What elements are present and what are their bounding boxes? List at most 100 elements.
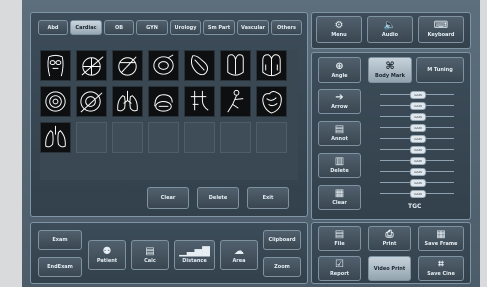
concentric-icon [45, 91, 66, 112]
bodymark-circle-cross[interactable] [76, 50, 107, 81]
angle-button[interactable]: ⊕ Angle [318, 57, 361, 83]
bodymark-torso[interactable] [40, 50, 71, 81]
file-button[interactable]: ▤ File [318, 226, 361, 251]
speaker-icon: 🔈 [383, 20, 397, 31]
tgc-knob[interactable]: GAIN [410, 146, 426, 154]
circle-cross-icon [81, 56, 104, 76]
tab-abd[interactable]: Abd [38, 20, 68, 35]
tgc-knob[interactable]: GAIN [410, 102, 426, 110]
zoom-button[interactable]: Zoom [263, 257, 301, 277]
aortic-icon [154, 94, 173, 112]
keyboard-icon: ⌨ [433, 20, 449, 31]
tab-cardiac[interactable]: Cardiac [70, 20, 102, 35]
heart-4ch-icon [227, 54, 244, 76]
tgc-slider[interactable]: GAIN [380, 113, 454, 121]
report-button[interactable]: ☑ Report [318, 256, 361, 281]
bodymark-delete-button[interactable]: Delete [197, 187, 239, 209]
bodymark-vessels[interactable] [184, 86, 215, 117]
tgc-slider[interactable]: GAIN [380, 135, 454, 143]
tgc-slider[interactable]: GAIN [380, 102, 454, 110]
heart-section-icon [153, 54, 174, 75]
bodymark-heart-4ch[interactable] [220, 50, 251, 81]
circle-probe-icon [118, 56, 137, 76]
figure-icon [227, 89, 244, 113]
keyboard-button[interactable]: ⌨ Keyboard [418, 16, 464, 43]
tab-urology[interactable]: Urology [170, 20, 201, 35]
heart-long-icon [262, 54, 281, 77]
patient-label: Patient [96, 257, 118, 264]
tgc-slider[interactable]: GAIN [380, 91, 454, 99]
arrow-button[interactable]: ➔ Arrow [318, 89, 361, 114]
tgc-knob[interactable]: GAIN [410, 113, 426, 121]
save-cine-icon: ⌗ [438, 259, 444, 270]
distance-label: Distance [182, 257, 207, 264]
patient-button[interactable]: ⚉ Patient [88, 240, 126, 270]
tgc-slider[interactable]: GAIN [380, 146, 454, 154]
delete-button[interactable]: ▥ Delete [318, 153, 361, 178]
bodymark-figure[interactable] [220, 86, 251, 117]
gear-icon: ⚙ [334, 20, 344, 31]
tgc-slider[interactable]: GAIN [380, 157, 454, 165]
body-mark-button[interactable]: ⌘ Body Mark [368, 57, 412, 83]
tab-vascular[interactable]: Vascular [237, 20, 269, 35]
tgc-knob[interactable]: GAIN [410, 91, 426, 99]
tab-others[interactable]: Others [271, 20, 302, 35]
tab-ob[interactable]: OB [104, 20, 134, 35]
tab-sm-part[interactable]: Sm Part [203, 20, 235, 35]
heart-anatomy-icon [262, 91, 282, 114]
audio-button[interactable]: 🔈 Audio [367, 16, 413, 43]
menu-button[interactable]: ⚙ Menu [316, 16, 362, 43]
save-cine-button[interactable]: ⌗ Save Cine [418, 256, 464, 281]
printer-icon: ⎙ [385, 229, 394, 240]
m-tuning-button[interactable]: M Tuning [416, 57, 464, 83]
file-label: File [334, 241, 345, 247]
bodymark-heart-anatomy[interactable] [256, 86, 287, 117]
angle-label: Angle [331, 72, 348, 79]
tgc-slider[interactable]: GAIN [380, 190, 454, 198]
bodymark-probe-tilt[interactable] [184, 50, 215, 81]
tgc-slider[interactable]: GAIN [380, 124, 454, 132]
tgc-slider[interactable]: GAIN [380, 179, 454, 187]
print-button[interactable]: ⎙ Print [368, 226, 411, 251]
distance-button[interactable]: ▁▃▅▇ Distance [174, 240, 215, 270]
report-label: Report [329, 271, 350, 277]
tgc-slider[interactable]: GAIN [380, 168, 454, 176]
end-exam-button[interactable]: EndExam [38, 257, 82, 277]
patient-icon: ⚉ [102, 245, 112, 257]
body-mark-label: Body Mark [375, 72, 405, 79]
cloud-icon: ☁ [234, 245, 244, 257]
torso-icon [47, 54, 64, 77]
bodymark-heart-section[interactable] [148, 50, 179, 81]
probe-tilt-icon [190, 55, 209, 76]
bodymark-chest[interactable] [40, 122, 71, 153]
bodymark-slot-empty [148, 122, 179, 153]
exam-button[interactable]: Exam [38, 230, 82, 250]
clear-button[interactable]: ▦ Clear [318, 185, 361, 210]
lungs-icon [117, 90, 138, 112]
tgc-knob[interactable]: GAIN [410, 124, 426, 132]
video-print-button[interactable]: Video Print [368, 256, 411, 281]
bodymark-concentric[interactable] [40, 86, 71, 117]
tgc-knob[interactable]: GAIN [410, 157, 426, 165]
annot-button[interactable]: ▤ Annot [318, 121, 361, 146]
tgc-knob[interactable]: GAIN [410, 179, 426, 187]
clipboard-button[interactable]: Clipboard [263, 230, 301, 250]
vessels-icon [190, 90, 209, 111]
clear-icon: ▦ [334, 188, 345, 199]
print-label: Print [382, 241, 397, 247]
bodymark-heart-long[interactable] [256, 50, 287, 81]
bodymark-exit-button[interactable]: Exit [247, 187, 289, 209]
calc-button[interactable]: ▤ Calc [131, 240, 169, 270]
tgc-knob[interactable]: GAIN [410, 135, 426, 143]
bodymark-aortic[interactable] [148, 86, 179, 117]
tab-gyn[interactable]: GYN [136, 20, 168, 35]
area-button[interactable]: ☁ Area [220, 240, 258, 270]
bodymark-short-axis[interactable] [76, 86, 107, 117]
bodymark-circle-probe[interactable] [112, 50, 143, 81]
tgc-knob[interactable]: GAIN [410, 168, 426, 176]
tgc-knob[interactable]: GAIN [410, 190, 426, 198]
save-frame-label: Save Frame [424, 241, 458, 247]
bodymark-lungs[interactable] [112, 86, 143, 117]
bodymark-clear-button[interactable]: Clear [147, 187, 189, 209]
save-frame-button[interactable]: ▦ Save Frame [418, 226, 464, 251]
